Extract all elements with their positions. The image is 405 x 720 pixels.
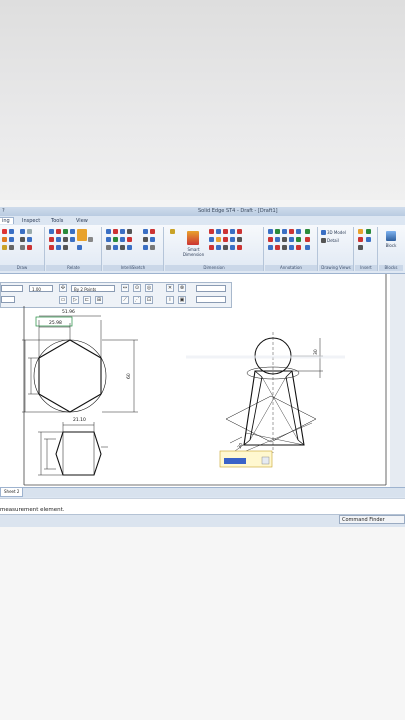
screen-top-background [0, 0, 405, 200]
prompt-text: measurement element. [0, 507, 65, 513]
hexagon-large[interactable] [33, 339, 107, 413]
drawing-canvas: 51.96 25.98 60 21.10 30 30 [22, 274, 387, 486]
dim-hex-height[interactable]: 60 [126, 373, 132, 379]
dim-right-height[interactable]: 30 [313, 349, 319, 355]
cone-dimensions [229, 338, 323, 452]
dim-small-width[interactable]: 21.10 [73, 417, 86, 423]
sheet-tab-bar: Sheet 2 [0, 487, 405, 497]
sphere-frustum-sketch[interactable] [225, 332, 317, 453]
dim-hex-width[interactable]: 51.96 [62, 309, 75, 315]
dim-hex-flat[interactable]: 25.98 [49, 320, 62, 326]
screen-bottom-background [0, 527, 405, 720]
hexagon-small[interactable] [55, 431, 102, 476]
small-hex-dimensions [38, 422, 108, 476]
solid-edge-window: ? Solid Edge ST4 - Draft - [Draft1] ing … [0, 207, 405, 527]
sheet-tab[interactable]: Sheet 2 [0, 488, 24, 497]
dim-cone-label[interactable]: 30 [237, 442, 245, 450]
dynamic-input-box[interactable] [219, 450, 273, 468]
command-finder[interactable]: Command Finder [339, 515, 405, 524]
